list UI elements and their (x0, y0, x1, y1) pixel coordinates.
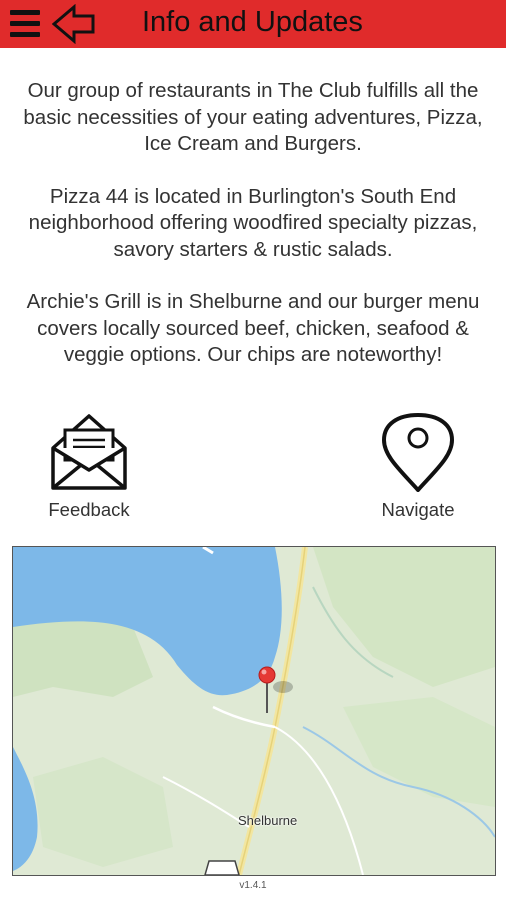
version-label: v1.4.1 (239, 880, 267, 891)
info-text: Our group of restaurants in The Club ful… (18, 78, 488, 390)
map-view[interactable]: Shelburne (12, 546, 496, 876)
envelope-icon (51, 414, 127, 490)
navigate-label: Navigate (381, 499, 455, 520)
feedback-label: Feedback (48, 499, 130, 520)
map-pin-icon (382, 413, 454, 492)
info-paragraph: Our group of restaurants in The Club ful… (23, 79, 483, 155)
info-paragraph: Pizza 44 is located in Burlington's Sout… (28, 184, 478, 261)
hamburger-menu-icon[interactable] (10, 10, 40, 38)
arrow-left-icon[interactable] (51, 3, 96, 45)
feedback-button[interactable]: Feedback (36, 412, 142, 521)
app-bar: Info and Updates (0, 0, 506, 48)
info-paragraph: Archie's Grill is in Shelburne and our b… (26, 290, 480, 366)
navigate-button[interactable]: Navigate (364, 412, 472, 521)
page-title: Info and Updates (142, 6, 363, 38)
map-place-label: Shelburne (238, 813, 298, 828)
